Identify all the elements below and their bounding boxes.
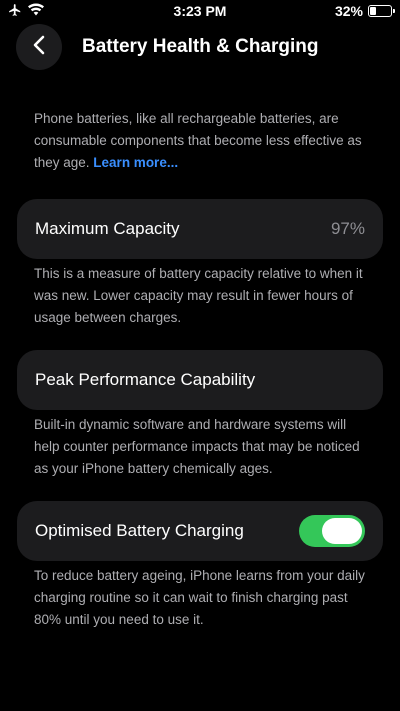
learn-more-link[interactable]: Learn more...	[93, 155, 178, 170]
battery-icon	[368, 5, 395, 17]
peak-performance-description: Built-in dynamic software and hardware s…	[34, 417, 360, 476]
maximum-capacity-value: 97%	[330, 219, 365, 238]
status-bar: 3:23 PM 32%	[0, 0, 400, 22]
optimised-charging-toggle[interactable]	[299, 515, 365, 547]
battery-percent: 32%	[334, 3, 363, 19]
maximum-capacity-description: This is a measure of battery capacity re…	[34, 266, 363, 325]
status-time: 3:23 PM	[173, 3, 227, 19]
wifi-icon	[28, 3, 44, 19]
intro-text: Phone batteries, like all rechargeable b…	[34, 108, 374, 174]
battery-fill	[370, 7, 377, 15]
status-right: 32%	[292, 3, 395, 19]
airplane-icon	[8, 3, 22, 20]
optimised-charging-description: To reduce battery ageing, iPhone learns …	[34, 568, 365, 627]
header: Battery Health & Charging	[16, 24, 384, 70]
peak-performance-card[interactable]: Peak Performance Capability	[17, 350, 383, 410]
battery-health-screen: 3:23 PM 32% Battery Health & Charging Ph…	[0, 0, 400, 711]
chevron-left-icon	[32, 35, 46, 60]
peak-performance-label: Peak Performance Capability	[35, 370, 256, 389]
status-left	[8, 3, 108, 20]
back-button[interactable]	[16, 24, 62, 70]
optimised-charging-card: Optimised Battery Charging	[17, 501, 383, 561]
maximum-capacity-label: Maximum Capacity	[35, 219, 180, 238]
optimised-charging-label: Optimised Battery Charging	[35, 521, 244, 540]
toggle-knob	[322, 518, 362, 544]
maximum-capacity-card: Maximum Capacity 97%	[17, 199, 383, 259]
page-title: Battery Health & Charging	[82, 36, 319, 57]
intro-body: Phone batteries, like all rechargeable b…	[34, 111, 362, 170]
